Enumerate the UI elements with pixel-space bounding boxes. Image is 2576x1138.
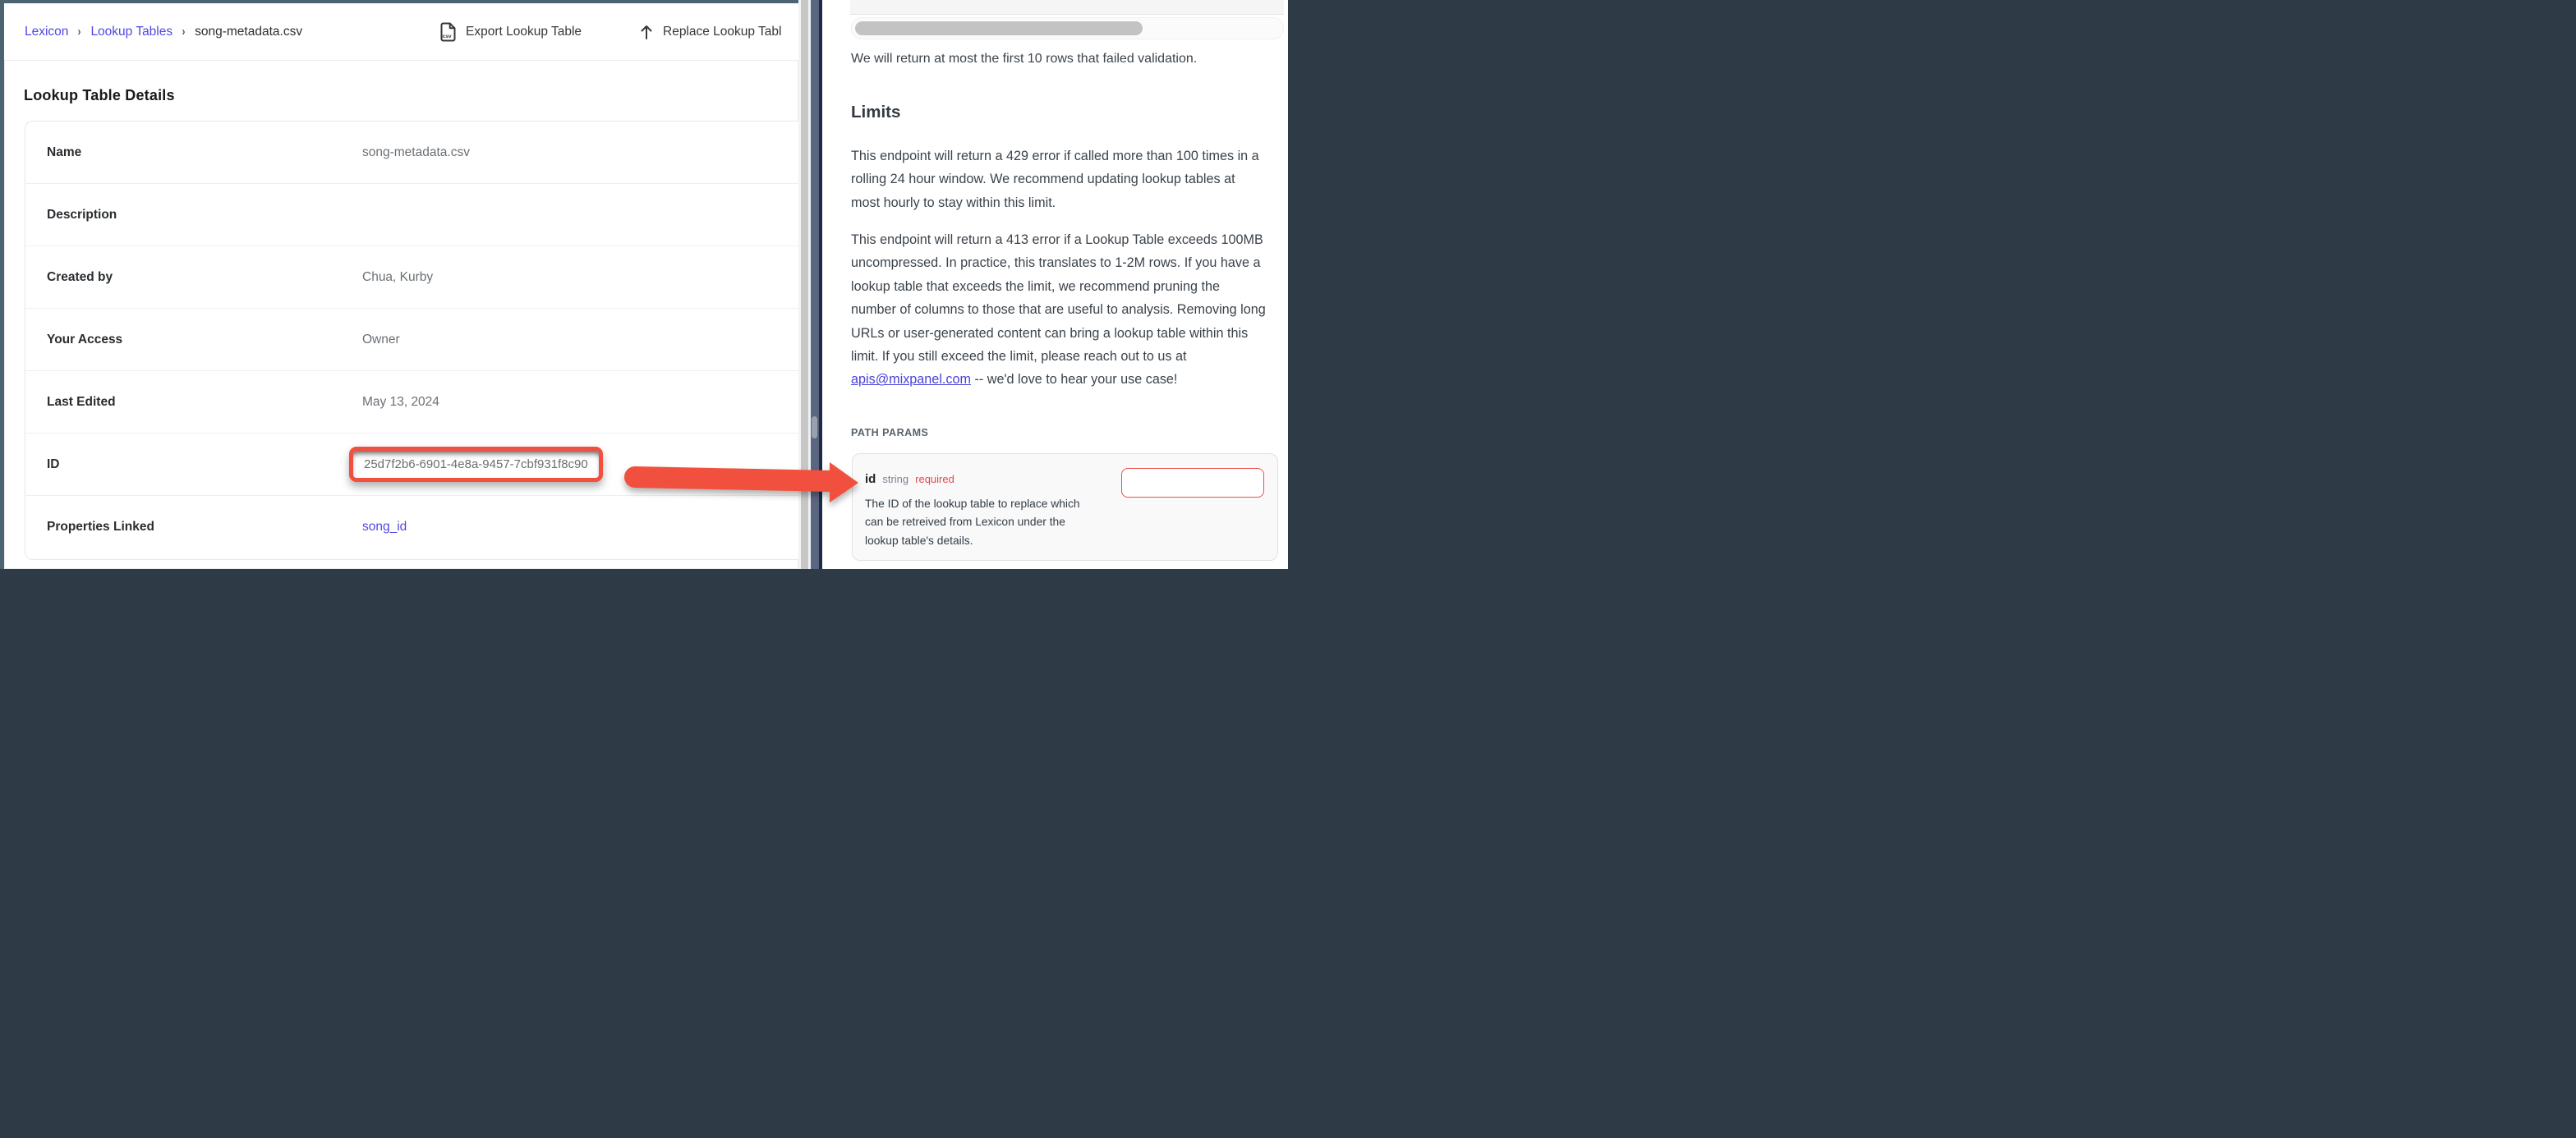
lookup-table-panel: Lexicon › Lookup Tables › song-metadata.…: [4, 3, 798, 569]
replace-button-label: Replace Lookup Tabl: [663, 25, 782, 39]
path-params-label: PATH PARAMS: [851, 427, 928, 438]
export-lookup-table-button[interactable]: csv Export Lookup Table: [440, 3, 582, 60]
table-row-description: Description: [25, 184, 798, 246]
param-description: The ID of the lookup table to replace wh…: [865, 495, 1092, 550]
id-param-card: id string required The ID of the lookup …: [852, 453, 1278, 561]
horizontal-scrollbar-track[interactable]: [851, 17, 1284, 39]
row-label: Description: [47, 208, 362, 223]
divider-scrollbar-thumb[interactable]: [812, 416, 817, 438]
table-row-properties-linked: Properties Linked song_id: [25, 496, 798, 558]
id-param-input[interactable]: [1121, 468, 1264, 498]
table-row-created-by: Created by Chua, Kurby: [25, 246, 798, 309]
paragraph-text: -- we'd love to hear your use case!: [971, 372, 1177, 387]
docs-top-strip: [850, 0, 1284, 15]
row-value: Chua, Kurby: [362, 270, 433, 285]
row-value: Owner: [362, 333, 400, 347]
row-label: Last Edited: [47, 395, 362, 410]
param-type: string: [882, 473, 908, 485]
limits-paragraph-2: This endpoint will return a 413 error if…: [851, 228, 1267, 392]
page-title: Lookup Table Details: [24, 87, 175, 104]
param-required-badge: required: [915, 473, 954, 485]
mixpanel-email-link[interactable]: apis@mixpanel.com: [851, 372, 971, 387]
lookup-table-details-card: Name song-metadata.csv Description Creat…: [25, 121, 798, 560]
divider-slate-strip: [811, 0, 819, 569]
panel-header: Lexicon › Lookup Tables › song-metadata.…: [4, 3, 798, 61]
horizontal-scrollbar-thumb[interactable]: [855, 21, 1143, 35]
row-label: ID: [47, 457, 362, 472]
breadcrumb-lexicon[interactable]: Lexicon: [25, 25, 68, 39]
up-arrow-icon: [639, 24, 654, 40]
docs-intro-text: We will return at most the first 10 rows…: [851, 52, 1197, 67]
chevron-right-icon: ›: [78, 25, 81, 39]
row-value: 25d7f2b6-6901-4e8a-9457-7cbf931f8c90: [362, 447, 603, 482]
row-value: May 13, 2024: [362, 395, 439, 410]
song-id-link[interactable]: song_id: [362, 520, 407, 535]
row-label: Created by: [47, 270, 362, 285]
paragraph-text: This endpoint will return a 413 error if…: [851, 232, 1266, 364]
csv-file-icon: csv: [440, 22, 457, 42]
table-row-last-edited: Last Edited May 13, 2024: [25, 371, 798, 434]
breadcrumb: Lexicon › Lookup Tables › song-metadata.…: [25, 3, 302, 60]
breadcrumb-lookup-tables[interactable]: Lookup Tables: [90, 25, 172, 39]
limits-heading: Limits: [851, 103, 900, 122]
svg-text:csv: csv: [443, 34, 452, 39]
table-row-your-access: Your Access Owner: [25, 309, 798, 371]
chevron-right-icon: ›: [182, 25, 186, 39]
table-row-name: Name song-metadata.csv: [25, 122, 798, 184]
row-label: Name: [47, 145, 362, 160]
left-panel-scrollbar[interactable]: [801, 0, 808, 569]
breadcrumb-current-file: song-metadata.csv: [195, 25, 302, 39]
row-value: song-metadata.csv: [362, 145, 470, 160]
limits-paragraph-1: This endpoint will return a 429 error if…: [851, 145, 1267, 214]
row-label: Your Access: [47, 333, 362, 347]
id-value-annotation-box: 25d7f2b6-6901-4e8a-9457-7cbf931f8c90: [349, 447, 603, 482]
row-label: Properties Linked: [47, 520, 362, 535]
screenshot-stage: Lexicon › Lookup Tables › song-metadata.…: [0, 0, 1288, 569]
export-button-label: Export Lookup Table: [466, 25, 582, 39]
api-docs-panel: We will return at most the first 10 rows…: [822, 0, 1288, 569]
table-row-id: ID 25d7f2b6-6901-4e8a-9457-7cbf931f8c90: [25, 434, 798, 496]
replace-lookup-table-button[interactable]: Replace Lookup Tabl: [639, 3, 782, 60]
param-header: id string required: [865, 472, 954, 486]
param-name: id: [865, 472, 876, 486]
